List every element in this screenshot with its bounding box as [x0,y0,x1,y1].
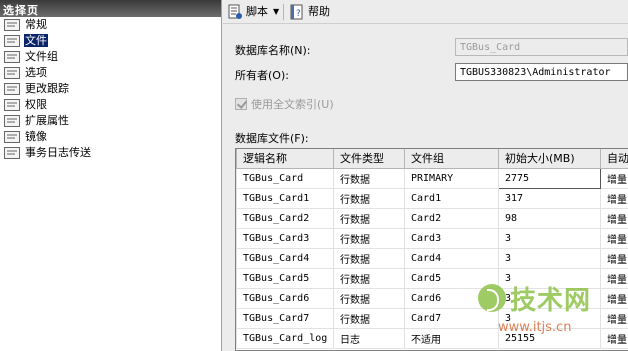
chevron-down-icon[interactable]: ▼ [273,3,279,20]
table-cell[interactable]: TGBus_Card3 [236,227,334,249]
column-header[interactable]: 逻辑名称 [236,149,334,169]
general-page-icon [4,19,20,31]
owner-field[interactable]: TGBUS330823\Administrator [455,63,628,81]
fulltext-option: 使用全文索引(U) [235,96,334,112]
table-cell[interactable]: TGBus_Card_log [236,327,334,349]
table-cell[interactable]: 行数据 [333,227,405,249]
table-cell[interactable]: 增量 [600,227,628,249]
select-page-item[interactable]: 镜像 [0,129,221,145]
column-header[interactable]: 文件类型 [333,149,405,169]
extended-properties-page-icon [4,115,20,127]
table-cell[interactable]: 3 [498,227,601,249]
column-header[interactable]: 初始大小(MB) [498,149,601,169]
options-page-icon [4,67,20,79]
select-page-list: 常规文件文件组选项更改跟踪权限扩展属性镜像事务日志传送 [0,17,221,161]
svg-text:?: ? [296,9,301,19]
table-cell[interactable]: 增量 [600,187,628,209]
select-page-item[interactable]: 文件 [0,33,221,49]
mirroring-page-icon [4,131,20,143]
select-page-item-label: 更改跟踪 [25,82,69,95]
table-cell[interactable]: 行数据 [333,247,405,269]
table-cell[interactable]: 行数据 [333,267,405,289]
watermark: 技术网 www.itjs.cn [470,280,626,346]
toolbar: 脚本 ▼ ? 帮助 [223,0,628,24]
help-button[interactable]: ? 帮助 [289,3,330,20]
select-page-pane: 选择页 常规文件文件组选项更改跟踪权限扩展属性镜像事务日志传送 [0,0,222,351]
select-page-item[interactable]: 权限 [0,97,221,113]
table-row[interactable]: TGBus_Card1 行数据 Card1 317 增量 [236,187,628,209]
table-cell[interactable]: TGBus_Card6 [236,287,334,309]
table-cell[interactable]: 增量 [600,207,628,229]
table-cell[interactable]: Card1 [404,187,499,209]
select-page-item[interactable]: 扩展属性 [0,113,221,129]
table-cell[interactable]: 增量 [600,167,628,189]
select-page-item-label: 常规 [25,18,47,31]
table-cell[interactable]: TGBus_Card5 [236,267,334,289]
table-cell[interactable]: TGBus_Card7 [236,307,334,329]
table-cell[interactable]: 317 [498,187,601,209]
select-page-item-label: 事务日志传送 [25,146,91,159]
select-page-item-label: 权限 [25,98,47,111]
table-row[interactable]: TGBus_Card2 行数据 Card2 98 增量 [236,207,628,229]
table-cell[interactable]: 行数据 [333,187,405,209]
owner-label: 所有者(O): [235,69,289,82]
script-icon [228,4,242,19]
select-page-item[interactable]: 事务日志传送 [0,145,221,161]
select-page-item[interactable]: 常规 [0,17,221,33]
help-label: 帮助 [308,5,330,18]
table-cell[interactable]: Card3 [404,227,499,249]
fulltext-checkbox[interactable] [235,98,247,110]
table-row[interactable]: TGBus_Card4 行数据 Card4 3 增量 [236,247,628,269]
column-header[interactable]: 文件组 [404,149,499,169]
select-page-item-label: 文件组 [25,50,58,63]
db-name-label: 数据库名称(N): [235,44,311,57]
filegroups-page-icon [4,51,20,63]
table-cell[interactable]: Card4 [404,247,499,269]
script-button[interactable]: 脚本 ▼ [227,3,279,20]
select-page-item-label: 镜像 [25,130,47,143]
table-cell[interactable]: TGBus_Card1 [236,187,334,209]
watermark-url: www.itjs.cn [498,320,572,335]
select-page-item[interactable]: 更改跟踪 [0,81,221,97]
select-page-item-label: 扩展属性 [25,114,69,127]
table-cell[interactable]: TGBus_Card2 [236,207,334,229]
select-page-item-label: 文件 [24,34,48,47]
table-cell[interactable]: 行数据 [333,167,405,189]
select-page-header: 选择页 [0,0,221,17]
table-cell[interactable]: 2775 [498,167,601,189]
table-cell[interactable]: 行数据 [333,307,405,329]
select-page-item-label: 选项 [25,66,47,79]
select-page-item[interactable]: 选项 [0,65,221,81]
db-files-label: 数据库文件(F): [235,132,309,145]
watermark-text: 技术网 [510,286,592,316]
table-cell[interactable]: 行数据 [333,207,405,229]
help-icon: ? [290,4,303,19]
files-page-icon [4,35,20,47]
select-page-item[interactable]: 文件组 [0,49,221,65]
table-cell[interactable]: 日志 [333,327,405,349]
table-cell[interactable]: PRIMARY [404,167,499,189]
table-cell[interactable]: 98 [498,207,601,229]
table-cell[interactable]: 行数据 [333,287,405,309]
db-name-field[interactable]: TGBus_Card [455,38,628,56]
table-cell[interactable]: TGBus_Card [236,167,334,189]
table-row[interactable]: TGBus_Card3 行数据 Card3 3 增量 [236,227,628,249]
table-row[interactable]: TGBus_Card 行数据 PRIMARY 2775 增量 [236,167,628,189]
toolbar-separator [283,4,284,20]
change-tracking-page-icon [4,83,20,95]
log-shipping-page-icon [4,147,20,159]
table-cell[interactable]: 增量 [600,247,628,269]
script-label: 脚本 [246,5,268,18]
table-cell[interactable]: Card2 [404,207,499,229]
table-cell[interactable]: 3 [498,247,601,269]
column-header[interactable]: 自动 [600,149,628,169]
fulltext-label: 使用全文索引(U) [251,98,334,111]
properties-pane: 脚本 ▼ ? 帮助 数据库名称(N): TGBus_Card 所有者(O): T… [223,0,628,351]
table-cell[interactable]: TGBus_Card4 [236,247,334,269]
watermark-logo [478,284,506,312]
permissions-page-icon [4,99,20,111]
